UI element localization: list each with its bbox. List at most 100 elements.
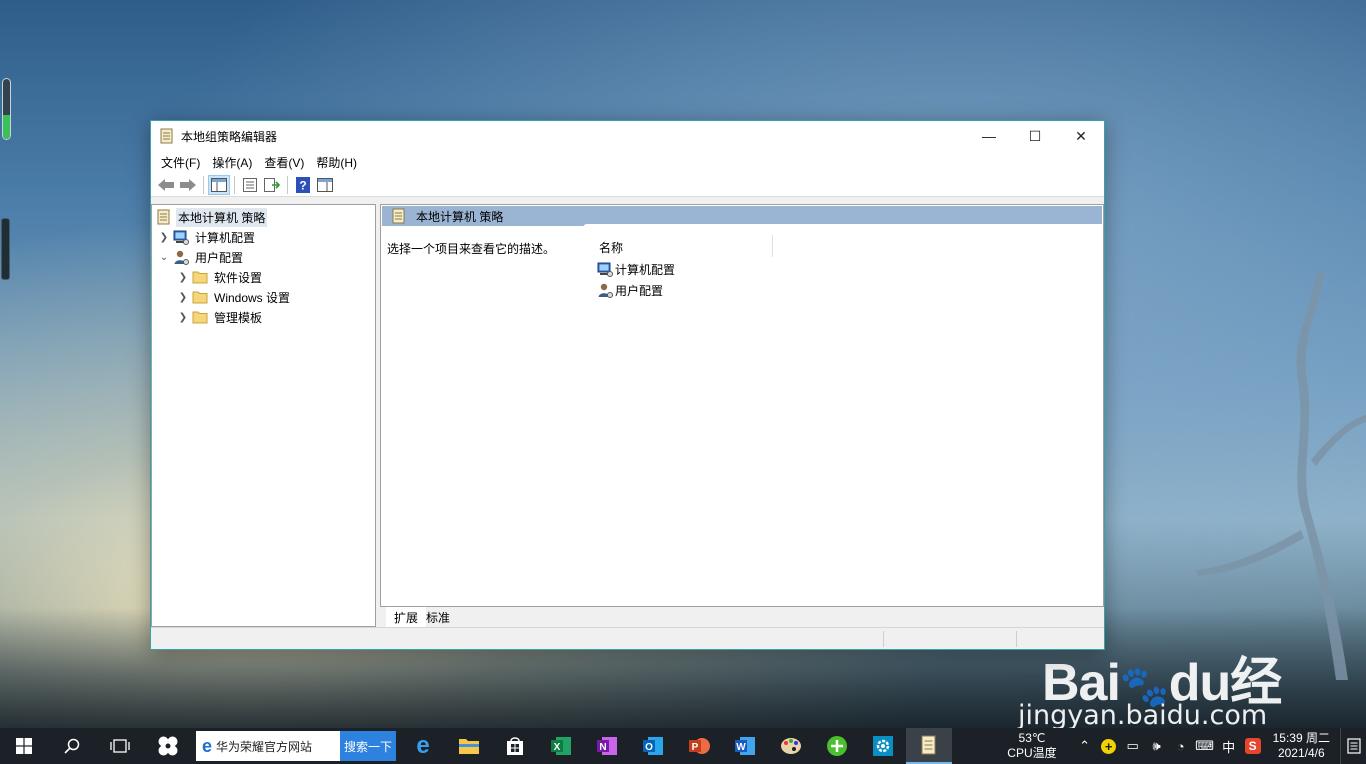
- search-input[interactable]: 华为荣耀官方网站: [216, 738, 356, 755]
- show-hide-action-pane-icon: [317, 177, 333, 192]
- ie-icon: e: [202, 735, 213, 756]
- green-app-button[interactable]: [814, 728, 860, 764]
- svg-text:W: W: [736, 742, 746, 753]
- tree-item-local-policy[interactable]: 本地计算机 策略: [156, 207, 268, 227]
- tree-item-windows-settings[interactable]: ❯ Windows 设置: [177, 287, 292, 307]
- policy-editor-taskbar-button[interactable]: [906, 728, 952, 764]
- cpu-temperature-widget[interactable]: 53℃ CPU温度: [1007, 731, 1056, 761]
- collapse-chevron-icon[interactable]: ⌄: [158, 252, 170, 263]
- svg-text:N: N: [599, 742, 606, 753]
- tree-item-admin-templates[interactable]: ❯ 管理模板: [177, 307, 264, 327]
- tree-item-label: Windows 设置: [214, 290, 291, 305]
- tree-item-label: 本地计算机 策略: [176, 207, 268, 227]
- tree-item-user-config[interactable]: ⌄ 用户配置: [158, 247, 245, 267]
- maximize-button[interactable]: ☐: [1012, 121, 1058, 151]
- close-button[interactable]: ✕: [1058, 121, 1104, 151]
- volume-icon[interactable]: 🕪: [1145, 738, 1169, 754]
- green-circle-app-icon: [827, 736, 847, 756]
- expand-chevron-icon[interactable]: ❯: [158, 232, 170, 243]
- menu-help[interactable]: 帮助(H): [310, 154, 363, 171]
- menu-file[interactable]: 文件(F): [155, 154, 206, 171]
- store-bag-icon: [507, 737, 523, 755]
- menu-view[interactable]: 查看(V): [258, 154, 310, 171]
- tree-item-software-settings[interactable]: ❯ 软件设置: [177, 267, 264, 287]
- menu-action[interactable]: 操作(A): [206, 154, 258, 171]
- forward-button[interactable]: [177, 175, 199, 195]
- export-list-button[interactable]: [261, 175, 283, 195]
- console-tree-pane[interactable]: 本地计算机 策略 ❯ 计算机配置 ⌄ 用户配置 ❯ 软件设置 ❯ Windows…: [151, 204, 376, 627]
- folder-icon: [192, 269, 208, 285]
- tree-item-label: 用户配置: [195, 250, 244, 265]
- task-view-icon: [110, 739, 130, 753]
- computer-icon: [597, 262, 613, 277]
- window-title: 本地组策略编辑器: [181, 129, 278, 144]
- web-search-box[interactable]: e 华为荣耀官方网站 搜索一下: [196, 731, 396, 761]
- list-item-user-config[interactable]: 用户配置: [597, 281, 663, 299]
- outlook-app-button[interactable]: O: [630, 728, 676, 764]
- list-item-computer-config[interactable]: 计算机配置: [597, 260, 675, 278]
- expand-chevron-icon[interactable]: ❯: [177, 312, 189, 323]
- title-bar[interactable]: 本地组策略编辑器 — ☐ ✕: [151, 121, 1104, 151]
- details-header-notch: [583, 224, 1103, 228]
- ime-indicator[interactable]: 中: [1217, 737, 1241, 756]
- keyboard-icon[interactable]: ⌨: [1193, 738, 1217, 754]
- pinwheel-icon: [158, 736, 178, 756]
- column-header-name[interactable]: 名称: [599, 239, 623, 256]
- svg-text:?: ?: [299, 178, 306, 192]
- left-gauge-gadget: [2, 78, 11, 140]
- show-hide-tree-button[interactable]: [208, 174, 230, 195]
- security-plus-icon[interactable]: +: [1097, 738, 1121, 754]
- minimize-button[interactable]: —: [966, 121, 1012, 151]
- word-icon: W: [735, 737, 755, 755]
- search-go-button[interactable]: 搜索一下: [340, 731, 396, 761]
- item-description: 选择一个项目来查看它的描述。: [387, 242, 556, 256]
- taskbar: e 华为荣耀官方网站 搜索一下 e X N O P W 53℃ CPU温度 ⌃ …: [0, 728, 1366, 764]
- back-button[interactable]: [155, 175, 177, 195]
- user-icon: [598, 283, 613, 298]
- computer-icon: [173, 229, 189, 245]
- tab-standard[interactable]: 标准: [418, 607, 458, 627]
- user-icon: [173, 249, 189, 265]
- start-button[interactable]: [0, 728, 48, 764]
- properties-icon: [243, 177, 257, 192]
- toolbar: ?: [151, 173, 1104, 197]
- powerpoint-icon: P: [689, 738, 710, 754]
- pinwheel-app-button[interactable]: [144, 728, 192, 764]
- settings-app-button[interactable]: [860, 728, 906, 764]
- file-explorer-app-button[interactable]: [446, 728, 492, 764]
- action-center-button[interactable]: [1340, 728, 1366, 764]
- list-item-label: 用户配置: [615, 283, 664, 298]
- group-policy-editor-window[interactable]: 本地组策略编辑器 — ☐ ✕ 文件(F) 操作(A) 查看(V) 帮助(H) ?…: [150, 120, 1105, 650]
- battery-icon[interactable]: ▭: [1121, 738, 1145, 754]
- tree-item-label: 计算机配置: [195, 230, 256, 245]
- show-hidden-icons-chevron-icon[interactable]: ⌃: [1073, 738, 1097, 754]
- sogou-ime-icon[interactable]: S: [1241, 738, 1265, 754]
- onenote-app-button[interactable]: N: [584, 728, 630, 764]
- network-icon[interactable]: ◔: [1169, 739, 1193, 754]
- tree-item-computer-config[interactable]: ❯ 计算机配置: [158, 227, 257, 247]
- column-separator[interactable]: [772, 235, 773, 257]
- details-pane[interactable]: 本地计算机 策略 选择一个项目来查看它的描述。 名称 计算机配置 用户配置: [380, 204, 1104, 627]
- expand-chevron-icon[interactable]: ❯: [177, 272, 189, 283]
- outlook-icon: O: [643, 737, 663, 755]
- edge-app-button[interactable]: e: [400, 728, 446, 764]
- task-view-button[interactable]: [96, 728, 144, 764]
- expand-chevron-icon[interactable]: ❯: [177, 292, 189, 303]
- word-app-button[interactable]: W: [722, 728, 768, 764]
- clock[interactable]: 15:39 周二 2021/4/6: [1273, 731, 1330, 761]
- paint-app-button[interactable]: [768, 728, 814, 764]
- svg-text:P: P: [692, 742, 699, 753]
- back-arrow-icon: [158, 178, 174, 191]
- store-app-button[interactable]: [492, 728, 538, 764]
- properties-button[interactable]: [239, 175, 261, 195]
- paint-palette-icon: [781, 738, 801, 754]
- content-area: 本地计算机 策略 ❯ 计算机配置 ⌄ 用户配置 ❯ 软件设置 ❯ Windows…: [151, 202, 1104, 627]
- help-button[interactable]: ?: [292, 175, 314, 195]
- folder-icon: [192, 289, 208, 305]
- show-hide-action-pane-button[interactable]: [314, 175, 336, 195]
- excel-app-button[interactable]: X: [538, 728, 584, 764]
- powerpoint-app-button[interactable]: P: [676, 728, 722, 764]
- gear-icon: [873, 736, 893, 756]
- menu-bar: 文件(F) 操作(A) 查看(V) 帮助(H): [151, 151, 1104, 173]
- search-button[interactable]: [48, 728, 96, 764]
